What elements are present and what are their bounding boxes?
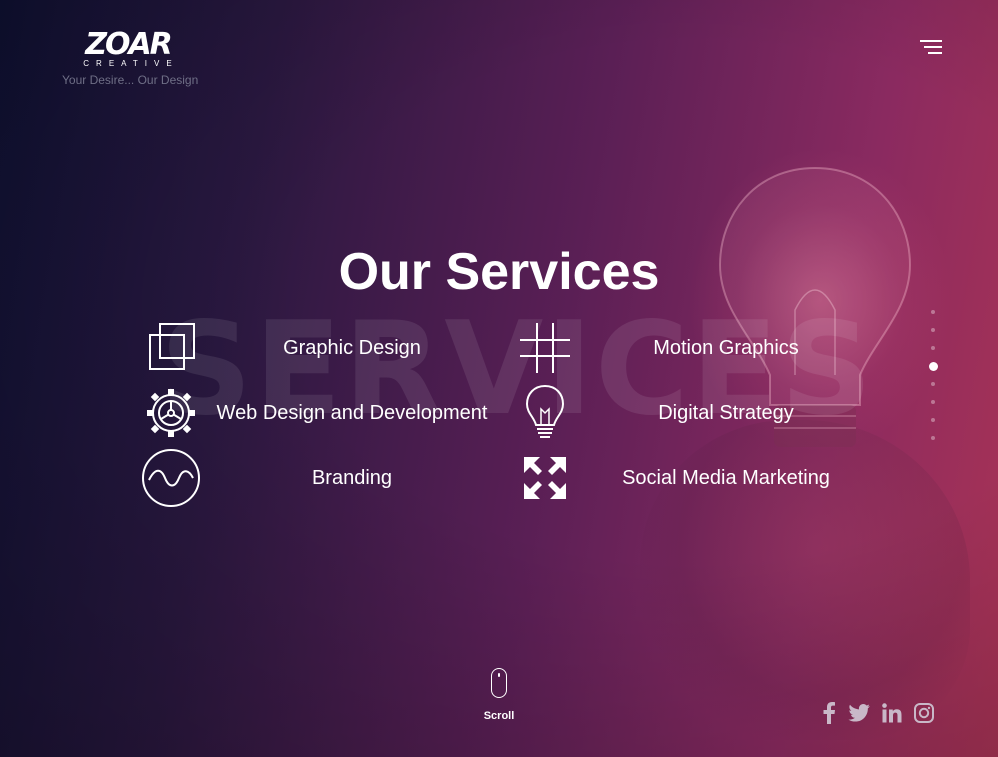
section-title: Our Services (338, 243, 660, 301)
twitter-icon[interactable] (848, 704, 870, 727)
service-label: Web Design and Development (216, 401, 488, 424)
mouse-scroll-icon (491, 668, 507, 698)
pagination-dot[interactable] (931, 436, 935, 440)
pagination-dot[interactable] (931, 400, 935, 404)
pagination-dot-active[interactable] (928, 362, 938, 371)
pagination-dot[interactable] (931, 382, 935, 386)
service-label: Social Media Marketing (622, 466, 830, 489)
facebook-icon[interactable] (822, 702, 836, 729)
logo-wordmark: ZOAR (85, 27, 173, 62)
menu-line (920, 40, 942, 42)
service-social-media-marketing[interactable]: Social Media Marketing (514, 447, 876, 509)
service-branding[interactable]: Branding (140, 447, 502, 509)
pagination-dot[interactable] (931, 418, 935, 422)
lightbulb-icon (514, 382, 576, 444)
section-pagination (927, 310, 939, 454)
pagination-dot[interactable] (931, 328, 935, 332)
service-web-design[interactable]: Web Design and Development (140, 382, 502, 444)
scroll-indicator[interactable]: Scroll (470, 668, 528, 722)
service-label: Graphic Design (283, 336, 421, 359)
service-graphic-design[interactable]: Graphic Design (140, 317, 502, 379)
tagline: Your Desire... Our Design (62, 73, 199, 87)
expand-arrows-icon (514, 447, 576, 509)
page: ZOAR CREATIVE Your Desire... Our Design … (0, 0, 998, 757)
linkedin-icon[interactable] (882, 703, 902, 728)
grid-hash-icon (514, 317, 576, 379)
service-label: Digital Strategy (658, 401, 794, 424)
logo-subtext: CREATIVE (83, 59, 179, 68)
menu-line (928, 52, 942, 54)
scroll-label: Scroll (483, 710, 515, 722)
service-digital-strategy[interactable]: Digital Strategy (514, 382, 876, 444)
layered-squares-icon (140, 317, 202, 379)
menu-line (924, 46, 942, 48)
social-links (822, 702, 946, 729)
service-label: Branding (311, 466, 393, 489)
pagination-dot[interactable] (931, 346, 935, 350)
pagination-dot[interactable] (931, 310, 935, 314)
service-motion-graphics[interactable]: Motion Graphics (514, 317, 876, 379)
instagram-icon[interactable] (914, 703, 934, 728)
hamburger-menu-icon[interactable] (918, 38, 942, 56)
wave-circle-icon (140, 447, 202, 509)
brand-logo[interactable]: ZOAR CREATIVE Your Desire... Our Design (62, 27, 199, 88)
service-label: Motion Graphics (653, 336, 799, 359)
gear-icon (140, 382, 202, 444)
